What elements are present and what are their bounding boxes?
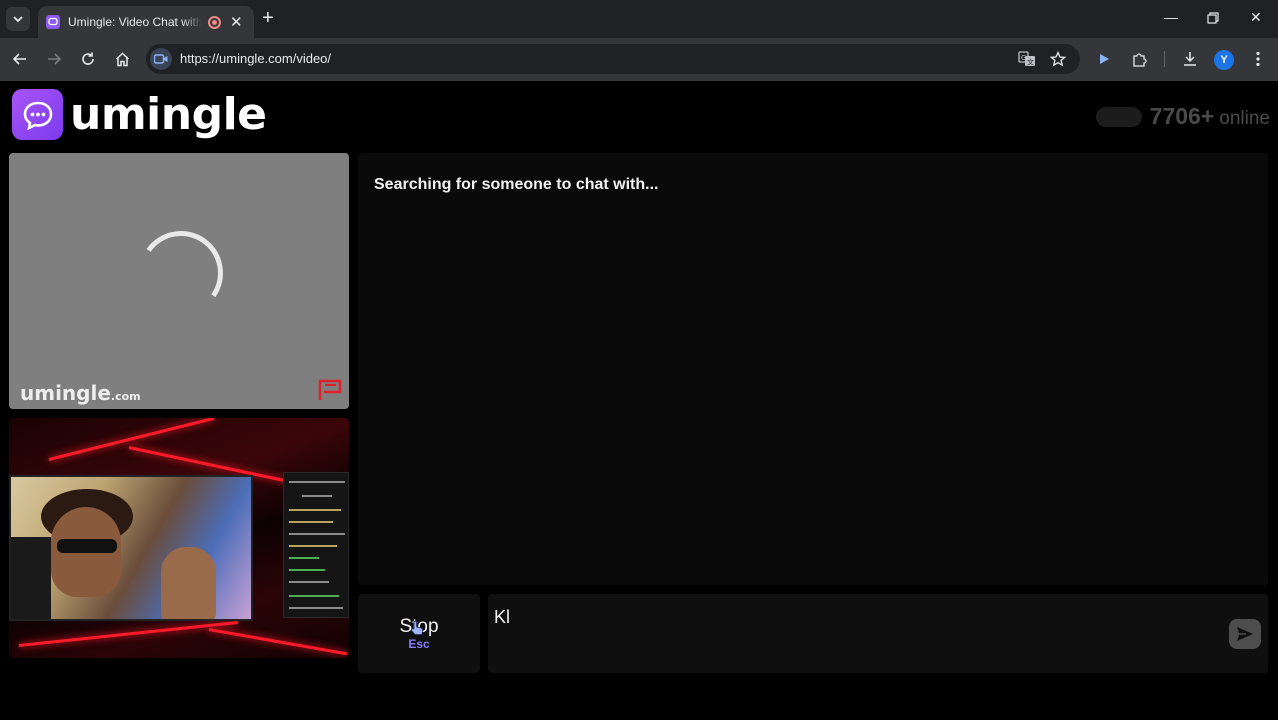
reload-icon [82, 52, 94, 65]
report-flag-icon[interactable] [317, 379, 343, 401]
mini-line [289, 581, 329, 583]
recording-indicator-icon [208, 15, 221, 29]
mini-line [289, 557, 319, 559]
back-button[interactable] [10, 49, 30, 69]
video-watermark: umingle.com [20, 381, 141, 405]
tab-search-button[interactable] [6, 7, 30, 31]
chevron-down-icon [13, 16, 23, 23]
media-control-button[interactable] [1095, 50, 1113, 68]
chat-log: Searching for someone to chat with... [358, 153, 1268, 585]
svg-text:G: G [1021, 54, 1026, 62]
browser-toolbar: https://umingle.com/video/ G文 [0, 38, 1278, 81]
browser-tab-bar: Umingle: Video Chat with Strangers ✕ + —… [0, 0, 1278, 38]
star-icon [1050, 51, 1066, 67]
home-button[interactable] [112, 49, 132, 69]
toolbar-divider [1164, 51, 1165, 67]
umingle-page: umingle 7706+ online umingle.com Searchi… [0, 81, 1278, 720]
online-label: online [1219, 108, 1270, 129]
watermark-suffix: .com [110, 390, 141, 403]
translate-button[interactable]: G文 [1018, 50, 1036, 68]
hand-cursor-icon [410, 620, 423, 635]
reload-button[interactable] [78, 49, 98, 69]
chat-bubble-icon [23, 101, 52, 130]
arrow-left-icon [13, 53, 26, 65]
mini-line [289, 607, 343, 609]
translate-icon: G文 [1018, 51, 1035, 67]
online-counter: 7706+ online [1095, 103, 1270, 130]
site-info-button[interactable] [150, 48, 172, 70]
mini-line [289, 533, 345, 535]
puzzle-icon [1133, 53, 1147, 67]
tab-title: Umingle: Video Chat with Strangers [68, 15, 202, 29]
mini-line [289, 521, 333, 523]
logo-mark [12, 89, 63, 140]
mini-line [289, 481, 345, 483]
extensions-button[interactable] [1131, 50, 1149, 68]
forward-button[interactable] [44, 49, 64, 69]
restore-icon[interactable] [1207, 12, 1219, 24]
second-person [161, 547, 216, 619]
address-bar[interactable]: https://umingle.com/video/ G文 [146, 44, 1080, 74]
downloads-button[interactable] [1181, 50, 1199, 68]
bookmark-button[interactable] [1049, 50, 1067, 68]
mini-line [289, 569, 325, 571]
stop-shortcut-hint: Esc [408, 636, 430, 651]
home-icon [115, 51, 129, 66]
mini-line [302, 495, 332, 497]
background-streak [18, 621, 238, 647]
theme-toggle[interactable] [1095, 106, 1142, 127]
message-input[interactable] [494, 602, 1214, 632]
browser-menu-button[interactable] [1249, 50, 1267, 68]
mini-line [289, 509, 341, 511]
stranger-video: umingle.com [9, 153, 349, 409]
logo-text: umingle [70, 89, 267, 140]
url-text: https://umingle.com/video/ [180, 51, 332, 66]
chat-status-message: Searching for someone to chat with... [374, 176, 659, 193]
self-video-preview [9, 418, 349, 658]
new-tab-button[interactable]: + [262, 8, 274, 28]
send-icon [1237, 627, 1253, 641]
umingle-favicon-icon [46, 15, 60, 29]
tab-close-icon[interactable]: ✕ [230, 15, 243, 30]
chair-shape [11, 537, 51, 619]
svg-text:文: 文 [1027, 58, 1034, 67]
message-composer [488, 594, 1268, 673]
arrow-right-icon [48, 53, 61, 65]
background-streak [48, 418, 215, 461]
sunglasses-shape [57, 539, 117, 553]
mirrored-chat-window [283, 472, 349, 618]
download-icon [1184, 52, 1196, 66]
minimize-icon[interactable]: — [1164, 9, 1178, 25]
watermark-main: umingle [20, 381, 111, 405]
send-button[interactable] [1229, 619, 1261, 649]
mini-line [289, 545, 337, 547]
window-close-icon[interactable]: ✕ [1250, 9, 1262, 26]
mini-line [289, 595, 339, 597]
loading-spinner-icon [132, 224, 230, 322]
online-count: 7706+ [1149, 103, 1215, 129]
stop-button[interactable]: Stop Esc [358, 594, 480, 673]
camera-icon [154, 54, 168, 64]
profile-avatar[interactable]: Y [1214, 50, 1234, 70]
kebab-menu-icon [1256, 51, 1260, 67]
site-logo[interactable]: umingle [12, 89, 267, 140]
webcam-feed [9, 475, 253, 621]
active-tab[interactable]: Umingle: Video Chat with Strangers ✕ [38, 6, 254, 38]
play-icon [1100, 54, 1109, 64]
background-streak [208, 628, 348, 656]
